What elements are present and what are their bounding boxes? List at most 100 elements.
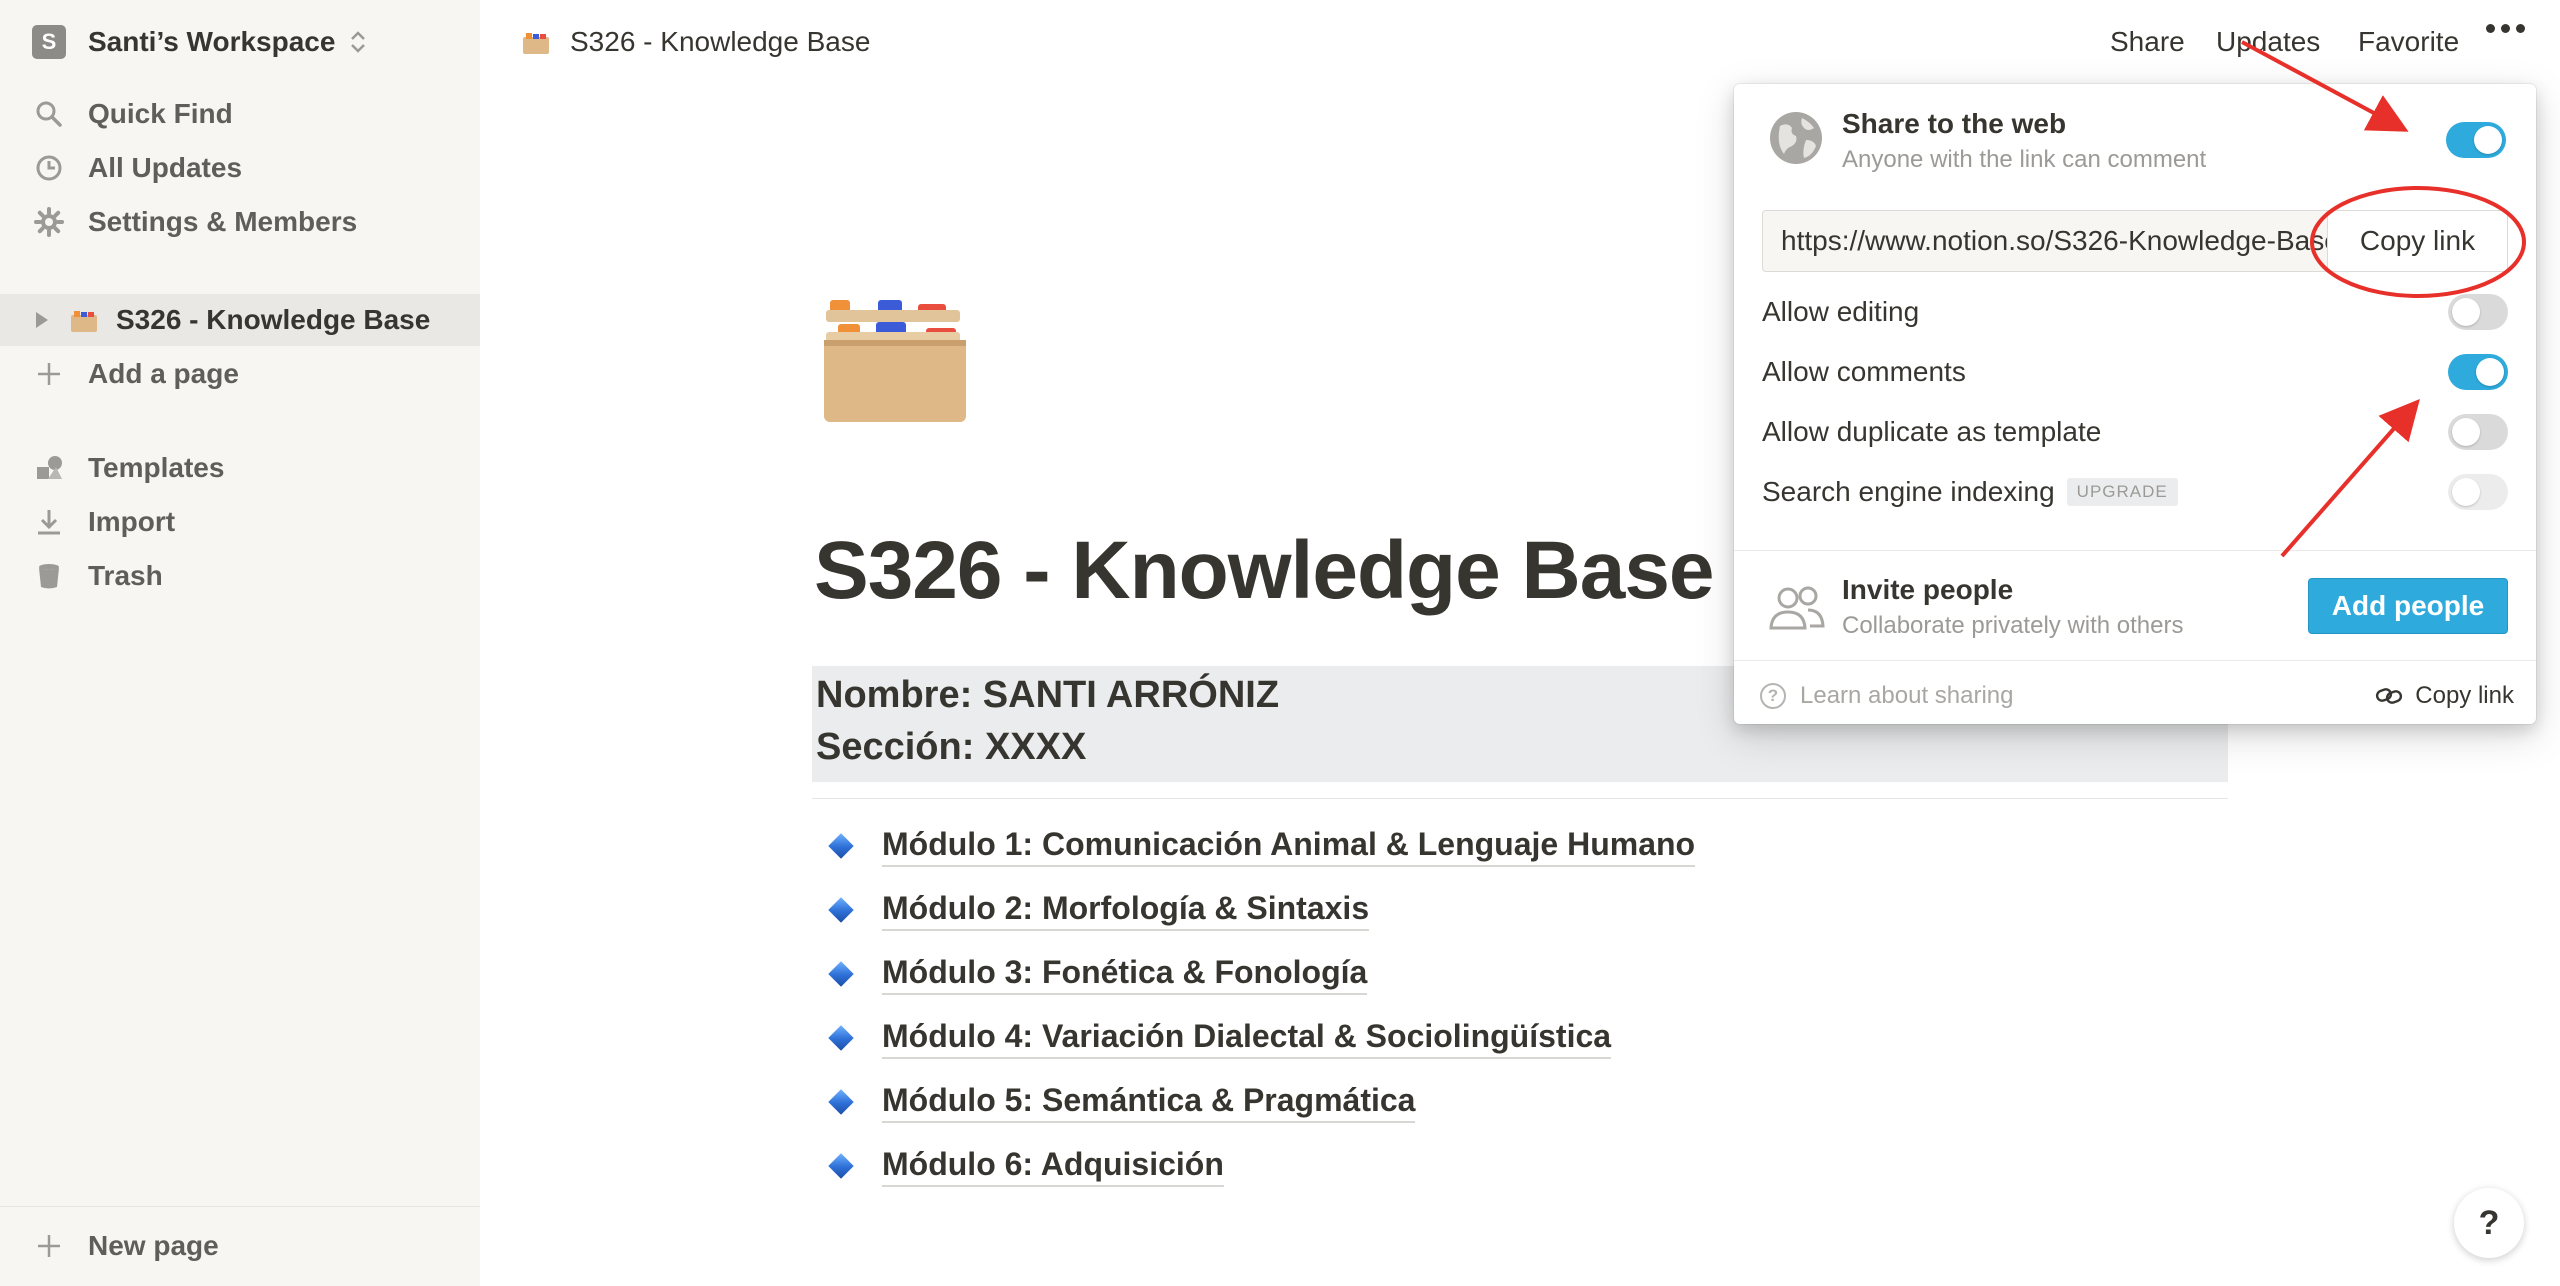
divider xyxy=(812,798,2228,799)
invite-title: Invite people xyxy=(1842,574,2014,605)
module-link[interactable]: Módulo 2: Morfología & Sintaxis xyxy=(882,890,1370,931)
blue-diamond-icon xyxy=(828,1089,854,1115)
option-label: Allow comments xyxy=(1762,356,1966,387)
option-allow-comments: Allow comments xyxy=(1762,350,2508,394)
sidebar-item-label: Add a page xyxy=(88,358,239,389)
sidebar-item-label: Trash xyxy=(88,560,163,591)
sidebar-page-label: S326 - Knowledge Base xyxy=(116,304,431,335)
module-item[interactable]: Módulo 2: Morfología & Sintaxis xyxy=(828,886,1370,934)
footer-copy-label: Copy link xyxy=(2415,682,2514,709)
sidebar-item-import[interactable]: Import xyxy=(32,500,175,544)
search-icon xyxy=(32,97,66,131)
link-icon xyxy=(2376,688,2403,704)
blue-diamond-icon xyxy=(828,833,854,859)
new-page-label: New page xyxy=(88,1230,219,1261)
sidebar-item-label: Settings & Members xyxy=(88,206,358,237)
popup-divider xyxy=(1734,660,2536,661)
share-web-subtitle: Anyone with the link can comment xyxy=(1842,146,2207,173)
clock-icon xyxy=(32,151,66,185)
blue-diamond-icon xyxy=(828,897,854,923)
footer-copy-link-button[interactable]: Copy link xyxy=(2375,676,2514,716)
chevron-updown-icon xyxy=(349,29,367,55)
module-link[interactable]: Módulo 4: Variación Dialectal & Sociolin… xyxy=(882,1018,1612,1059)
sidebar-item-trash[interactable]: Trash xyxy=(32,554,163,598)
module-item[interactable]: Módulo 1: Comunicación Animal & Lenguaje… xyxy=(828,822,1696,870)
card-box-icon xyxy=(70,308,98,332)
invite-subtitle: Collaborate privately with others xyxy=(1842,612,2184,639)
learn-sharing-label: Learn about sharing xyxy=(1800,682,2014,709)
page-title[interactable]: S326 - Knowledge Base xyxy=(814,524,1715,618)
share-url-field[interactable]: https://www.notion.so/S326-Knowledge-Bas… xyxy=(1762,210,2508,272)
sidebar-item-templates[interactable]: Templates xyxy=(32,446,224,490)
share-url-text[interactable]: https://www.notion.so/S326-Knowledge-Bas… xyxy=(1781,225,2341,257)
option-label: Search engine indexing UPGRADE xyxy=(1762,476,2178,508)
topbar: S326 - Knowledge Base Share Updates Favo… xyxy=(480,0,2560,84)
allow-editing-toggle[interactable] xyxy=(2448,294,2508,330)
option-label-text: Search engine indexing xyxy=(1762,476,2055,507)
share-popup: Share to the web Anyone with the link ca… xyxy=(1734,84,2536,724)
module-item[interactable]: Módulo 3: Fonética & Fonología xyxy=(828,950,1368,998)
search-indexing-toggle xyxy=(2448,474,2508,510)
workspace-avatar: S xyxy=(32,25,66,59)
sidebar-item-all-updates[interactable]: All Updates xyxy=(32,146,242,190)
workspace-switcher[interactable]: S Santi’s Workspace xyxy=(32,22,367,62)
sidebar-item-label: Templates xyxy=(88,452,225,483)
sidebar-item-label: All Updates xyxy=(88,152,243,183)
add-people-button[interactable]: Add people xyxy=(2308,578,2508,634)
updates-button[interactable]: Updates xyxy=(2216,22,2320,62)
new-page-button[interactable]: New page xyxy=(32,1222,219,1270)
question-icon: ? xyxy=(1760,683,1786,709)
module-link[interactable]: Módulo 6: Adquisición xyxy=(882,1146,1224,1187)
allow-duplicate-toggle[interactable] xyxy=(2448,414,2508,450)
share-web-toggle[interactable] xyxy=(2446,122,2506,158)
sidebar-item-label: Import xyxy=(88,506,176,537)
module-item[interactable]: Módulo 6: Adquisición xyxy=(828,1142,1224,1190)
copy-link-button[interactable]: Copy link xyxy=(2327,211,2507,271)
globe-icon xyxy=(1768,110,1824,166)
people-icon xyxy=(1768,584,1826,634)
blue-diamond-icon xyxy=(828,1025,854,1051)
module-link[interactable]: Módulo 3: Fonética & Fonología xyxy=(882,954,1368,995)
gear-icon xyxy=(32,205,66,239)
blue-diamond-icon xyxy=(828,1153,854,1179)
sidebar-item-label: Quick Find xyxy=(88,98,233,129)
more-options-icon[interactable] xyxy=(2486,24,2525,33)
card-box-icon xyxy=(522,30,550,54)
module-item[interactable]: Módulo 4: Variación Dialectal & Sociolin… xyxy=(828,1014,1612,1062)
sidebar-item-quick-find[interactable]: Quick Find xyxy=(32,92,233,136)
allow-comments-toggle[interactable] xyxy=(2448,354,2508,390)
plus-icon xyxy=(32,357,66,391)
sidebar-page-knowledge-base[interactable]: S326 - Knowledge Base xyxy=(36,298,430,342)
expand-caret-icon[interactable] xyxy=(36,312,48,328)
add-page-button[interactable]: Add a page xyxy=(32,352,239,396)
favorite-button[interactable]: Favorite xyxy=(2358,22,2459,62)
sidebar: S Santi’s Workspace Quick Find All Updat… xyxy=(0,0,480,1286)
help-button[interactable]: ? xyxy=(2454,1188,2524,1258)
option-allow-editing: Allow editing xyxy=(1762,290,2508,334)
sidebar-item-settings[interactable]: Settings & Members xyxy=(32,200,357,244)
trash-icon xyxy=(32,559,66,593)
upgrade-badge[interactable]: UPGRADE xyxy=(2066,478,2178,506)
callout-name: Nombre: SANTI ARRÓNIZ xyxy=(816,674,1280,716)
learn-sharing-link[interactable]: ? Learn about sharing xyxy=(1760,676,2014,716)
module-link[interactable]: Módulo 5: Semántica & Pragmática xyxy=(882,1082,1416,1123)
breadcrumb-label: S326 - Knowledge Base xyxy=(570,26,871,57)
module-link[interactable]: Módulo 1: Comunicación Animal & Lenguaje… xyxy=(882,826,1696,867)
page-icon-card-box[interactable] xyxy=(822,288,968,424)
blue-diamond-icon xyxy=(828,961,854,987)
module-item[interactable]: Módulo 5: Semántica & Pragmática xyxy=(828,1078,1416,1126)
workspace-name: Santi’s Workspace xyxy=(88,26,336,57)
share-button[interactable]: Share xyxy=(2110,22,2185,62)
popup-divider xyxy=(1734,550,2536,551)
option-label: Allow duplicate as template xyxy=(1762,416,2102,447)
option-label: Allow editing xyxy=(1762,296,1920,327)
breadcrumb[interactable]: S326 - Knowledge Base xyxy=(522,22,870,62)
templates-icon xyxy=(32,451,66,485)
plus-icon xyxy=(32,1229,66,1263)
option-search-indexing: Search engine indexing UPGRADE xyxy=(1762,470,2508,514)
import-icon xyxy=(32,505,66,539)
option-allow-duplicate: Allow duplicate as template xyxy=(1762,410,2508,454)
sidebar-divider xyxy=(0,1206,480,1207)
share-web-title: Share to the web xyxy=(1842,108,2067,139)
callout-section: Sección: XXXX xyxy=(816,726,1087,768)
